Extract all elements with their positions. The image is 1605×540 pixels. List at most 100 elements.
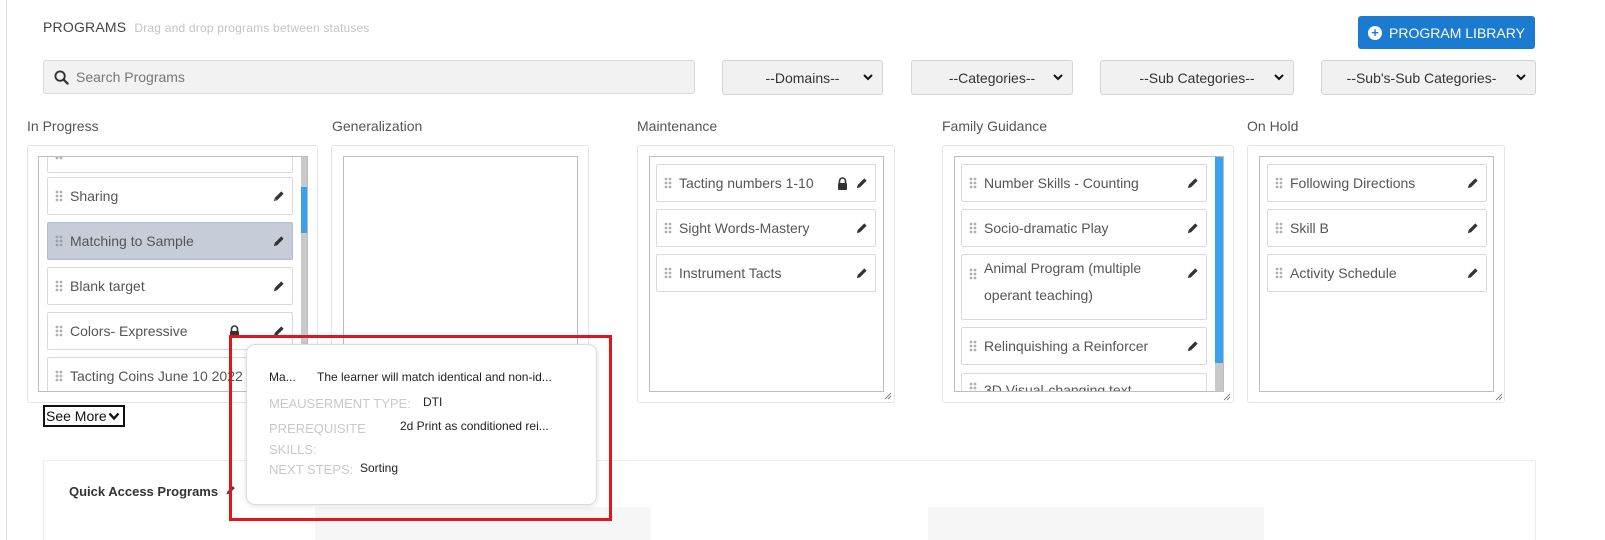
- maintenance-column-title: Maintenance: [637, 118, 718, 134]
- program-card-sight-words[interactable]: Sight Words-Mastery: [656, 209, 876, 247]
- drag-handle-icon: [1275, 177, 1283, 189]
- program-card-label: Matching to Sample: [70, 233, 194, 249]
- search-input[interactable]: Search Programs: [43, 60, 695, 94]
- drag-handle-icon: [55, 190, 63, 202]
- pencil-icon[interactable]: [855, 222, 868, 235]
- program-card-label: Tacting Coins June 10 2022: [70, 368, 243, 384]
- drag-handle-icon: [55, 157, 63, 160]
- pencil-icon[interactable]: [1186, 177, 1199, 190]
- program-card-matching-to-sample[interactable]: Matching to Sample: [47, 222, 293, 260]
- pencil-icon[interactable]: [1466, 222, 1479, 235]
- program-card-tacting-numbers[interactable]: Tacting numbers 1-10: [656, 164, 876, 202]
- on-hold-column: Following Directions Skill B Activity Sc…: [1247, 145, 1505, 403]
- in-progress-scroll-thumb[interactable]: [301, 187, 307, 233]
- lock-icon: [838, 177, 847, 190]
- pencil-icon[interactable]: [272, 280, 285, 293]
- maintenance-column: Tacting numbers 1-10 Sight Words-Mastery…: [637, 145, 895, 403]
- program-card-label: Skill B: [1290, 220, 1329, 236]
- program-card-label-line-2: operant teaching): [984, 287, 1093, 303]
- domains-select[interactable]: --Domains--: [722, 60, 883, 95]
- program-card[interactable]: [47, 157, 293, 173]
- drag-handle-icon: [55, 280, 63, 292]
- pencil-icon[interactable]: [855, 177, 868, 190]
- family-guidance-column: Number Skills - Counting Socio-dramatic …: [942, 145, 1234, 403]
- in-progress-column-title: In Progress: [27, 118, 99, 134]
- drag-handle-icon: [969, 268, 977, 280]
- quick-access-slot: [928, 507, 1264, 540]
- generalization-column-title: Generalization: [332, 118, 423, 134]
- program-card-label: Animal Program (multiple operant teachin…: [984, 255, 1141, 309]
- program-card-3d-visual[interactable]: 3D Visual-changing text: [961, 373, 1207, 392]
- drag-handle-icon: [664, 222, 672, 234]
- pencil-icon[interactable]: [1466, 267, 1479, 280]
- pencil-icon[interactable]: [1186, 222, 1199, 235]
- search-placeholder: Search Programs: [76, 69, 185, 85]
- program-card-following-directions[interactable]: Following Directions: [1267, 164, 1487, 202]
- categories-select-value: --Categories--: [948, 69, 1036, 86]
- see-more-label: See More: [46, 408, 107, 424]
- drag-handle-icon: [664, 177, 672, 189]
- drag-handle-icon: [1275, 267, 1283, 279]
- quick-access-title-text: Quick Access Programs: [69, 484, 219, 499]
- subs-sub-categories-select-value: --Sub's-Sub Categories-: [1346, 69, 1497, 86]
- program-card-label: Instrument Tacts: [679, 265, 782, 281]
- drag-handle-icon: [969, 382, 977, 391]
- family-guidance-scroll-thumb[interactable]: [1215, 157, 1223, 363]
- drag-handle-icon: [969, 177, 977, 189]
- highlight-box: [229, 335, 612, 521]
- on-hold-list[interactable]: Following Directions Skill B Activity Sc…: [1259, 156, 1494, 392]
- resize-handle-icon[interactable]: [884, 392, 892, 400]
- chevron-down-icon: [863, 74, 873, 81]
- page-left-border: [6, 0, 7, 540]
- program-card-number-skills[interactable]: Number Skills - Counting: [961, 164, 1207, 202]
- categories-select[interactable]: --Categories--: [911, 60, 1073, 95]
- see-more-button[interactable]: See More: [43, 405, 125, 427]
- pencil-icon[interactable]: [855, 267, 868, 280]
- pencil-icon[interactable]: [1186, 267, 1199, 280]
- program-card-label: Sharing: [70, 188, 119, 204]
- program-card-animal-program[interactable]: Animal Program (multiple operant teachin…: [961, 254, 1207, 320]
- program-card-label: Tacting numbers 1-10: [679, 175, 814, 191]
- maintenance-list[interactable]: Tacting numbers 1-10 Sight Words-Mastery…: [649, 156, 884, 392]
- program-card-label: Blank target: [70, 278, 145, 294]
- chevron-down-icon: [1516, 74, 1526, 81]
- family-guidance-list[interactable]: Number Skills - Counting Socio-dramatic …: [954, 156, 1224, 392]
- program-card-label: Colors- Expressive: [70, 323, 188, 339]
- program-card-socio-dramatic-play[interactable]: Socio-dramatic Play: [961, 209, 1207, 247]
- search-icon: [54, 69, 69, 85]
- drag-handle-icon: [664, 267, 672, 279]
- program-card-blank-target[interactable]: Blank target: [47, 267, 293, 305]
- sub-categories-select[interactable]: --Sub Categories--: [1100, 60, 1294, 95]
- drag-handle-icon: [969, 340, 977, 352]
- pencil-icon[interactable]: [1466, 177, 1479, 190]
- pencil-icon[interactable]: [272, 190, 285, 203]
- program-library-label: PROGRAM LIBRARY: [1389, 24, 1525, 41]
- drag-handle-icon: [1275, 222, 1283, 234]
- plus-circle-icon: +: [1368, 25, 1383, 40]
- program-card-label: Socio-dramatic Play: [984, 220, 1109, 236]
- drag-handle-icon: [55, 325, 63, 337]
- pencil-icon[interactable]: [272, 235, 285, 248]
- pencil-icon[interactable]: [1186, 340, 1199, 353]
- resize-handle-icon[interactable]: [1495, 393, 1503, 401]
- drag-handle-icon: [969, 222, 977, 234]
- program-card-label-line-1: Animal Program (multiple: [984, 260, 1142, 276]
- program-card-activity-schedule[interactable]: Activity Schedule: [1267, 254, 1487, 292]
- domains-select-value: --Domains--: [765, 69, 840, 86]
- program-card-sharing[interactable]: Sharing: [47, 177, 293, 215]
- drag-handle-icon: [55, 370, 63, 382]
- chevron-down-icon: [108, 412, 120, 421]
- program-card-instrument-tacts[interactable]: Instrument Tacts: [656, 254, 876, 292]
- program-card-relinquishing-reinforcer[interactable]: Relinquishing a Reinforcer: [961, 327, 1207, 365]
- program-card-label: Following Directions: [1290, 175, 1416, 191]
- subs-sub-categories-select[interactable]: --Sub's-Sub Categories-: [1321, 60, 1536, 95]
- on-hold-column-title: On Hold: [1247, 118, 1299, 134]
- program-card-skill-b[interactable]: Skill B: [1267, 209, 1487, 247]
- resize-handle-icon[interactable]: [1223, 393, 1231, 401]
- program-card-label: Activity Schedule: [1290, 265, 1397, 281]
- program-library-button[interactable]: + PROGRAM LIBRARY: [1358, 16, 1535, 49]
- page-title: PROGRAMS: [43, 19, 127, 35]
- program-card-label: 3D Visual-changing text: [984, 382, 1132, 392]
- program-card-label: Number Skills - Counting: [984, 175, 1139, 191]
- sub-categories-select-value: --Sub Categories--: [1139, 69, 1255, 86]
